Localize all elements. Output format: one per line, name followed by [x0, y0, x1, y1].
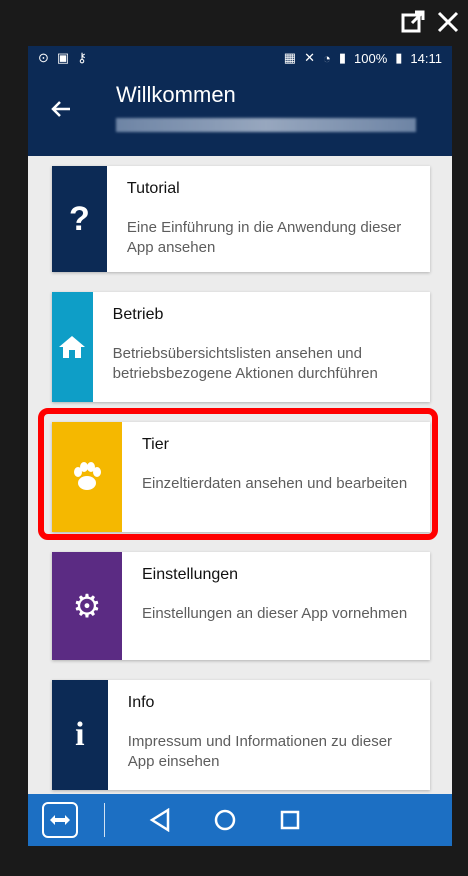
- key-icon: ⚷: [77, 50, 87, 65]
- betrieb-card[interactable]: Betrieb Betriebsübersichtslisten ansehen…: [52, 292, 430, 402]
- blurred-subtitle: [116, 118, 416, 132]
- navigation-bar: [28, 794, 452, 846]
- info-card[interactable]: i Info Impressum und Informationen zu di…: [52, 680, 430, 790]
- card-title: Betrieb: [112, 306, 164, 323]
- screen-icon: ▣: [56, 50, 70, 65]
- info-icon: i: [52, 680, 108, 790]
- question-icon: ?: [52, 166, 107, 272]
- mute-icon: ✕: [304, 50, 315, 65]
- einstellungen-card[interactable]: ⚙ Einstellungen Einstellungen an dieser …: [52, 552, 430, 660]
- back-arrow-icon[interactable]: [50, 96, 72, 127]
- card-title: Tutorial: [126, 180, 180, 197]
- card-title: Einstellungen: [142, 566, 239, 583]
- visibility-icon: ⊙: [38, 50, 49, 65]
- tutorial-card[interactable]: ? Tutorial Eine Einführung in die Anwend…: [52, 166, 430, 272]
- battery-percent: 100%: [354, 50, 388, 66]
- popout-icon[interactable]: [400, 9, 426, 40]
- remote-icon[interactable]: [42, 802, 78, 838]
- app-screen: ⊙ ▣ ⚷ ▦ ✕ ◔ ▮ 100% ▮ 14:11 Willkommen ? …: [28, 46, 452, 846]
- cast-icon: ▦: [283, 50, 297, 65]
- selection-highlight: [38, 408, 438, 540]
- card-description: Impressum und Informationen zu dieser Ap…: [127, 733, 393, 770]
- back-triangle-icon[interactable]: [149, 808, 171, 832]
- status-bar: ⊙ ▣ ⚷ ▦ ✕ ◔ ▮ 100% ▮ 14:11: [28, 46, 452, 70]
- signal-icon: ▮: [338, 50, 347, 65]
- card-description: Betriebsübersichtslisten ansehen und bet…: [112, 345, 378, 382]
- wifi-icon: ◔: [323, 50, 331, 66]
- phone-frame: ⊙ ▣ ⚷ ▦ ✕ ◔ ▮ 100% ▮ 14:11 Willkommen ? …: [0, 0, 468, 876]
- window-controls: [400, 4, 460, 44]
- battery-icon: ▮: [395, 50, 403, 65]
- home-circle-icon[interactable]: [213, 808, 237, 832]
- card-title: Info: [127, 694, 155, 711]
- close-icon[interactable]: [436, 10, 460, 39]
- gears-icon: ⚙: [52, 552, 122, 660]
- app-bar: Willkommen: [28, 70, 452, 156]
- clock: 14:11: [410, 50, 442, 66]
- card-description: Einstellungen an dieser App vornehmen: [142, 605, 408, 622]
- page-title: Willkommen: [116, 82, 236, 107]
- recents-square-icon[interactable]: [279, 809, 301, 831]
- home-icon: [52, 292, 93, 402]
- nav-separator: [104, 803, 105, 837]
- card-description: Eine Einführung in die Anwendung dieser …: [126, 219, 402, 256]
